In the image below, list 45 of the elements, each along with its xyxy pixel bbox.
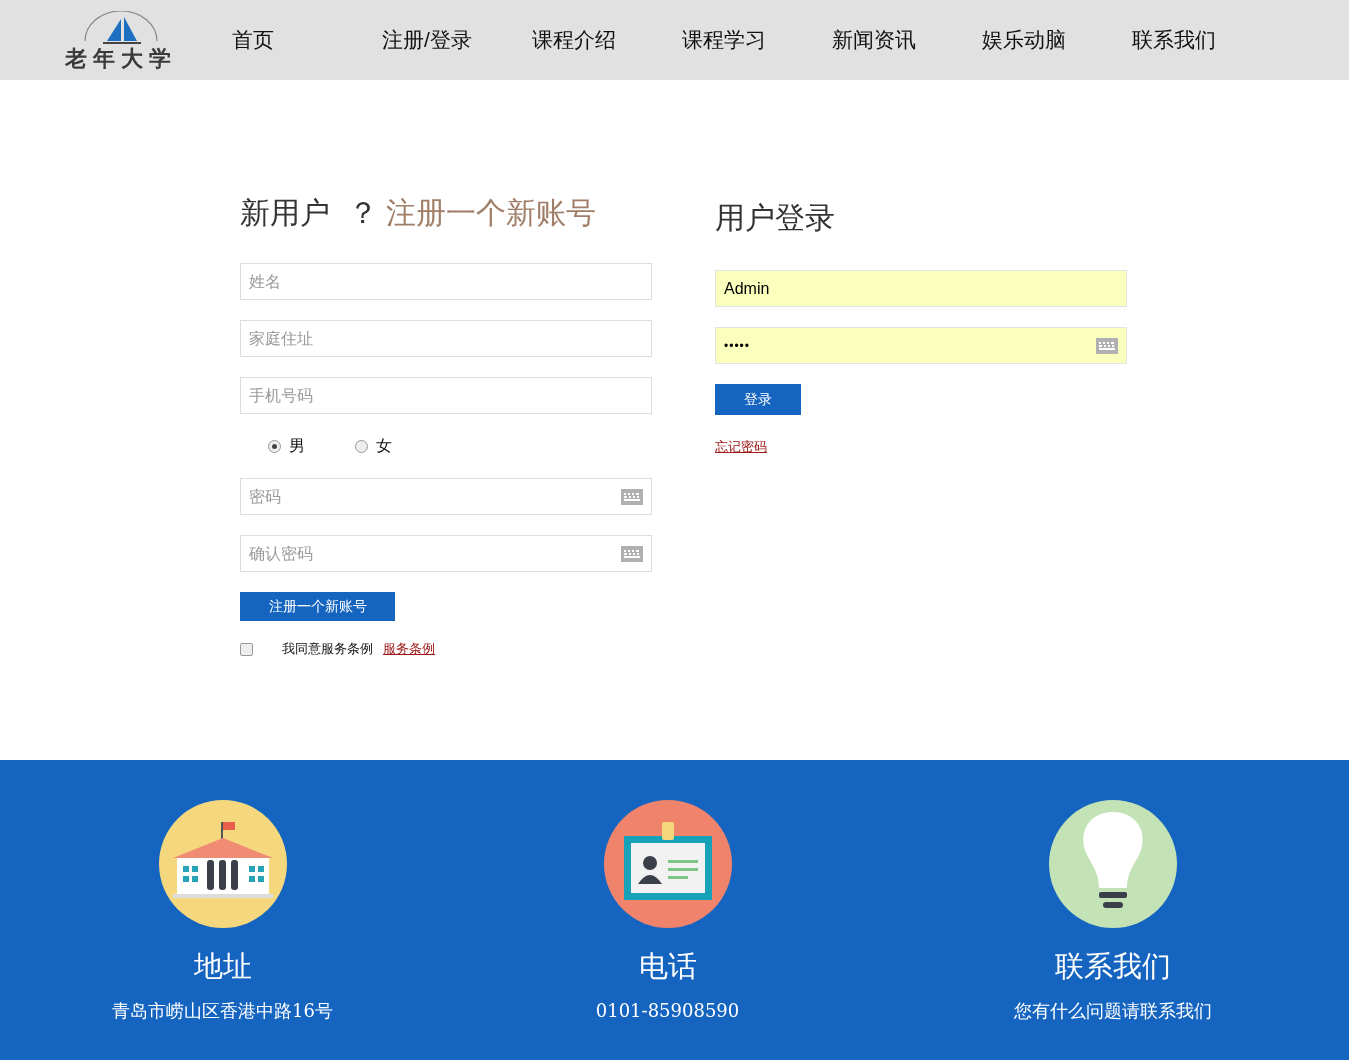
question-mark: ？	[348, 193, 378, 232]
input-field[interactable]: Admin	[715, 270, 1127, 307]
footer-text: 0101-85908590	[595, 999, 740, 1023]
input-field[interactable]: •••••	[715, 327, 1127, 364]
footer-text: 青岛市崂山区香港中路16号	[112, 999, 333, 1023]
keyboard-icon[interactable]	[621, 488, 643, 505]
nav-link[interactable]: 联系我们	[1132, 24, 1282, 56]
radio-label: 男	[289, 436, 305, 456]
register-button[interactable]: 注册一个新账号	[240, 592, 395, 621]
login-heading: 用户登录	[715, 198, 836, 237]
nav-link[interactable]: 新闻资讯	[832, 24, 982, 56]
nav-link[interactable]: 注册/登录	[382, 24, 532, 56]
nav-link[interactable]: 娱乐动脑	[982, 24, 1132, 56]
radio-button[interactable]	[355, 439, 368, 453]
register-heading: 新用户	[240, 193, 330, 232]
placeholder-text: 手机号码	[249, 385, 313, 406]
placeholder-text: 密码	[249, 486, 281, 507]
login-button[interactable]: 登录	[715, 384, 801, 415]
footer-title: 地址	[193, 952, 252, 981]
nav-link[interactable]: 课程介绍	[532, 24, 682, 56]
forgot-password-link[interactable]: 忘记密码	[715, 437, 767, 457]
light-bulb-icon	[1048, 800, 1177, 928]
field-value: Admin	[724, 278, 770, 299]
footer-text: 您有什么问题请联系我们	[1013, 999, 1212, 1023]
logo-text: 老年大学	[65, 47, 177, 69]
logo[interactable]: 老年大学	[48, 11, 194, 69]
field-value: •••••	[724, 337, 750, 355]
agree-text: 我同意服务条例	[282, 640, 373, 659]
id-card-icon	[603, 800, 732, 928]
radio-label: 女	[376, 436, 392, 456]
nav-link[interactable]: 首页	[232, 24, 382, 56]
footer-title: 电话	[638, 952, 697, 981]
terms-link[interactable]: 服务条例	[383, 639, 435, 659]
placeholder-text: 确认密码	[249, 543, 313, 564]
keyboard-icon[interactable]	[1096, 337, 1118, 354]
keyboard-icon[interactable]	[621, 545, 643, 562]
radio-button[interactable]	[268, 439, 281, 453]
placeholder-text: 姓名	[249, 271, 281, 292]
agree-checkbox[interactable]	[240, 642, 253, 656]
school-building-icon	[158, 800, 287, 928]
placeholder-text: 家庭住址	[249, 328, 313, 349]
register-heading-link[interactable]: 注册一个新账号	[386, 189, 596, 235]
nav-link[interactable]: 课程学习	[682, 24, 832, 56]
footer-title: 联系我们	[1054, 952, 1171, 981]
sailboat-logo-icon	[81, 11, 161, 47]
